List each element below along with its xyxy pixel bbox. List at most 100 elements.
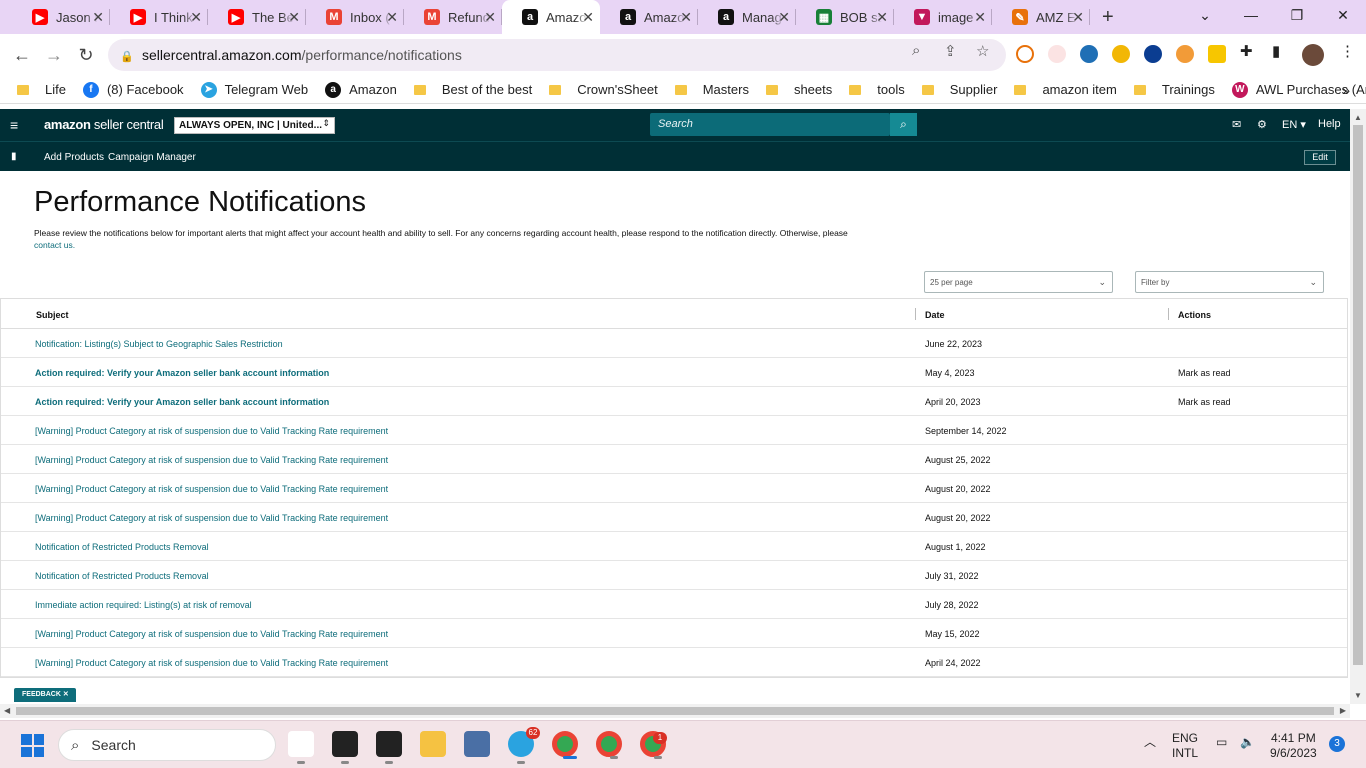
bookmark-item[interactable]: ➤ Telegram Web <box>200 81 308 98</box>
zoom-icon[interactable]: ⌕ <box>912 42 920 59</box>
extension-icon-6[interactable] <box>1176 45 1194 63</box>
close-tab-icon[interactable]: ✕ <box>582 9 594 26</box>
bookmark-item[interactable]: f (8) Facebook <box>82 81 184 98</box>
bookmark-item[interactable]: sheets <box>765 82 832 97</box>
settings-gear-icon[interactable]: ⚙ <box>1257 118 1267 131</box>
nav-campaign-manager[interactable]: Campaign Manager <box>108 152 196 163</box>
mark-as-read-link[interactable]: Mark as read <box>1178 368 1231 378</box>
close-tab-icon[interactable]: ✕ <box>974 9 986 26</box>
extension-icon-2[interactable] <box>1048 45 1066 63</box>
scroll-right-icon[interactable]: ▶ <box>1340 706 1346 715</box>
taskbar-app-1[interactable] <box>288 731 314 764</box>
clock[interactable]: 4:41 PM 9/6/2023 <box>1270 731 1317 761</box>
forward-button[interactable]: → <box>42 43 66 67</box>
taskbar-app-2[interactable] <box>332 731 358 764</box>
close-tab-icon[interactable]: ✕ <box>778 9 790 26</box>
chrome-icon[interactable] <box>552 731 578 759</box>
address-bar[interactable]: 🔒 sellercentral.amazon.com/performance/n… <box>108 39 1006 71</box>
close-tab-icon[interactable]: ✕ <box>92 9 104 26</box>
mark-as-read-link[interactable]: Mark as read <box>1178 397 1231 407</box>
back-button[interactable]: ← <box>10 43 34 67</box>
notification-subject-link[interactable]: [Warning] Product Category at risk of su… <box>35 484 388 494</box>
hamburger-menu-icon[interactable]: ≡ <box>10 117 18 133</box>
scroll-left-icon[interactable]: ◀ <box>4 706 10 715</box>
feedback-button[interactable]: FEEDBACK ✕ <box>14 688 76 702</box>
extension-icon-7[interactable] <box>1208 45 1226 63</box>
close-window-button[interactable]: ✕ <box>1320 0 1366 30</box>
browser-tab[interactable]: M Inbox (✕ <box>306 0 404 34</box>
bookmark-item[interactable]: amazon item <box>1014 82 1117 97</box>
help-link[interactable]: Help <box>1318 118 1341 130</box>
chrome-icon-2[interactable] <box>596 731 622 759</box>
close-tab-icon[interactable]: ✕ <box>288 9 300 26</box>
language-indicator[interactable]: ENG INTL <box>1172 731 1198 761</box>
browser-tab[interactable]: ▶ I Think ✕ <box>110 0 208 34</box>
tab-search-icon[interactable]: ⌄ <box>1182 0 1228 30</box>
browser-tab[interactable]: ▶ The Be ✕ <box>208 0 306 34</box>
notification-subject-link[interactable]: [Warning] Product Category at risk of su… <box>35 513 388 523</box>
scroll-thumb[interactable] <box>1353 125 1363 665</box>
notification-subject-link[interactable]: Action required: Verify your Amazon sell… <box>35 368 329 378</box>
close-tab-icon[interactable]: ✕ <box>1072 9 1084 26</box>
close-tab-icon[interactable]: ✕ <box>484 9 496 26</box>
horizontal-scrollbar[interactable]: ◀ ▶ <box>0 704 1350 718</box>
profile-avatar[interactable] <box>1302 44 1324 66</box>
search-input[interactable]: Search <box>650 113 890 136</box>
column-subject[interactable]: Subject <box>36 310 69 320</box>
taskbar-search[interactable]: ⌕ Search <box>58 729 276 761</box>
browser-tab[interactable]: M Refund ✕ <box>404 0 502 34</box>
bookmark-icon[interactable]: ▮ <box>11 151 17 162</box>
scroll-down-icon[interactable]: ▼ <box>1354 691 1362 700</box>
browser-tab[interactable]: a Manag ✕ <box>698 0 796 34</box>
bookmark-item[interactable]: tools <box>849 82 905 97</box>
bookmark-item[interactable]: Life <box>17 82 66 97</box>
restore-button[interactable]: ❐ <box>1274 0 1320 30</box>
notification-subject-link[interactable]: [Warning] Product Category at risk of su… <box>35 658 388 668</box>
close-tab-icon[interactable]: ✕ <box>386 9 398 26</box>
nav-add-products[interactable]: Add Products <box>44 152 104 163</box>
bookmark-item[interactable]: Masters <box>674 82 749 97</box>
bookmark-item[interactable]: Trainings <box>1133 82 1215 97</box>
scroll-up-icon[interactable]: ▲ <box>1354 113 1362 122</box>
extension-icon-4[interactable] <box>1112 45 1130 63</box>
search-button[interactable]: ⌕ <box>890 113 917 136</box>
network-icon[interactable]: ▭ <box>1216 735 1227 750</box>
browser-tab[interactable]: ✎ AMZ E ✕ <box>992 0 1090 34</box>
puzzle-icon[interactable]: ✚ <box>1240 42 1253 60</box>
menu-kebab-icon[interactable]: ⋮ <box>1340 42 1355 60</box>
notification-subject-link[interactable]: Notification of Restricted Products Remo… <box>35 542 209 552</box>
bookmark-item[interactable]: a Amazon <box>325 81 397 98</box>
browser-tab[interactable]: ▦ BOB sa ✕ <box>796 0 894 34</box>
windows-start-icon[interactable] <box>21 734 44 757</box>
notification-subject-link[interactable]: [Warning] Product Category at risk of su… <box>35 426 388 436</box>
vertical-scrollbar[interactable]: ▲ ▼ <box>1350 109 1366 704</box>
more-bookmarks-icon[interactable]: » <box>1342 82 1350 98</box>
bookmark-item[interactable]: Supplier <box>921 82 997 97</box>
minimize-button[interactable]: — <box>1228 0 1274 30</box>
chevron-up-icon[interactable]: ︿ <box>1144 735 1156 750</box>
extension-icon-1[interactable] <box>1016 45 1034 63</box>
new-tab-button[interactable]: + <box>1102 0 1114 34</box>
bookmark-star-icon[interactable]: ☆ <box>976 42 989 60</box>
file-explorer-icon[interactable] <box>420 731 446 757</box>
filter-select[interactable]: Filter by ⌄ <box>1135 271 1324 293</box>
notification-subject-link[interactable]: [Warning] Product Category at risk of su… <box>35 455 388 465</box>
notification-subject-link[interactable]: Action required: Verify your Amazon sell… <box>35 397 329 407</box>
share-icon[interactable]: ⇪ <box>944 42 957 60</box>
notification-subject-link[interactable]: Immediate action required: Listing(s) at… <box>35 600 252 610</box>
browser-tab[interactable]: a Amazo ✕ <box>600 0 698 34</box>
taskbar-app-3[interactable] <box>376 731 402 764</box>
language-selector[interactable]: EN ▾ <box>1282 118 1306 131</box>
calculator-icon[interactable] <box>464 731 490 757</box>
bookmark-item[interactable]: Best of the best <box>413 82 532 97</box>
close-tab-icon[interactable]: ✕ <box>876 9 888 26</box>
notification-subject-link[interactable]: Notification of Restricted Products Remo… <box>35 571 209 581</box>
bookmark-item[interactable]: Crown'sSheet <box>549 82 658 97</box>
reload-button[interactable]: ↻ <box>74 43 98 67</box>
edit-button[interactable]: Edit <box>1304 150 1336 165</box>
extension-icon-5[interactable] <box>1144 45 1162 63</box>
extension-icon-3[interactable] <box>1080 45 1098 63</box>
scroll-thumb[interactable] <box>16 707 1334 715</box>
notification-count[interactable]: 3 <box>1329 736 1345 752</box>
telegram-icon[interactable]: 62 <box>508 727 540 764</box>
